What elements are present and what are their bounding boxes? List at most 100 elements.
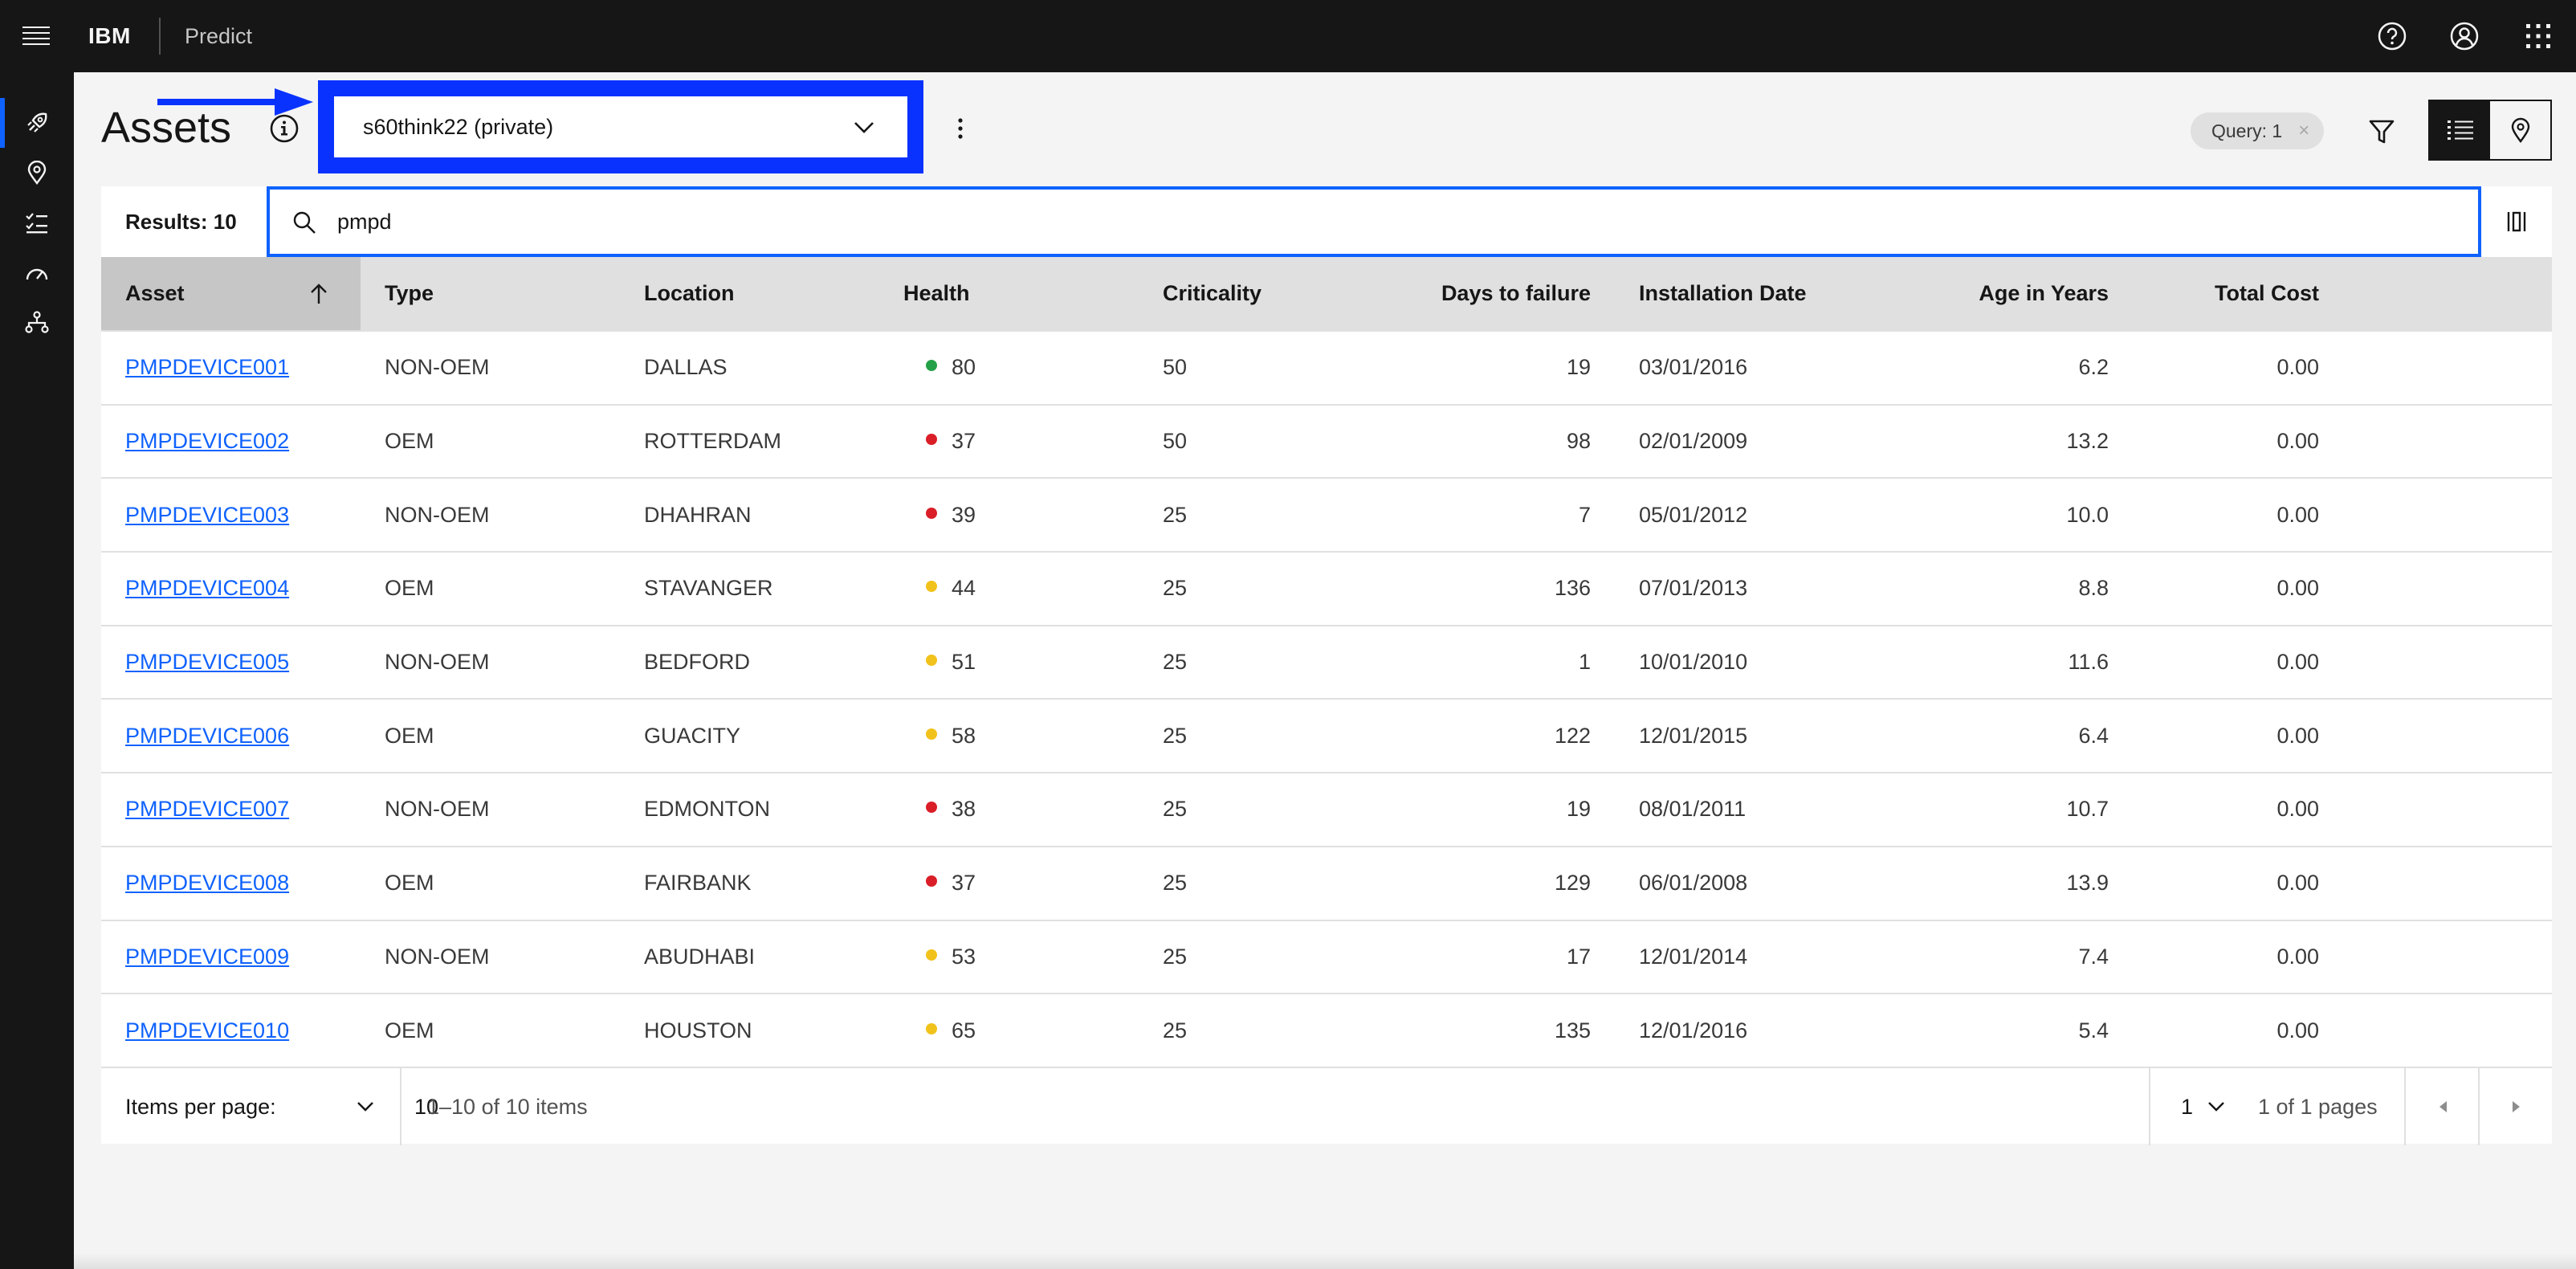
asset-total-cost: 0.00: [2276, 871, 2319, 896]
table-cell: 80: [879, 330, 1139, 405]
asset-link[interactable]: PMPDEVICE006: [125, 724, 289, 748]
items-per-page-select[interactable]: 10: [101, 1068, 438, 1145]
user-profile-button[interactable]: [2428, 0, 2501, 72]
group-selector-highlight: s60think22 (private): [318, 80, 923, 173]
nav-hierarchy[interactable]: [0, 297, 74, 347]
table-cell: HOUSTON: [620, 993, 879, 1067]
map-view-button[interactable]: [2490, 101, 2550, 159]
asset-link[interactable]: PMPDEVICE005: [125, 650, 289, 674]
table-cell: 10.0: [1917, 477, 2133, 553]
asset-link[interactable]: PMPDEVICE009: [125, 945, 289, 969]
table-row[interactable]: PMPDEVICE003 NON-OEM DHAHRAN 39 25 7 05/01/201…: [101, 477, 2552, 553]
asset-link[interactable]: PMPDEVICE010: [125, 1018, 289, 1043]
table-row[interactable]: PMPDEVICE002 OEM ROTTERDAM 37 50 98 02/01/2009…: [101, 403, 2552, 479]
asset-health: 38: [952, 797, 976, 822]
health-status-icon: [926, 581, 937, 593]
nav-tasks[interactable]: [0, 198, 74, 247]
table-cell: 5.4: [1917, 993, 2133, 1067]
sort-ascending-icon: [311, 284, 327, 304]
query-tag-close-icon[interactable]: ×: [2298, 112, 2309, 149]
ibm-brand[interactable]: IBM: [88, 0, 131, 72]
caret-left-icon: [2439, 1101, 2447, 1112]
asset-location: DHAHRAN: [644, 502, 752, 527]
help-button[interactable]: [2356, 0, 2428, 72]
table-cell: OEM: [361, 403, 620, 479]
column-header-days-to-failure[interactable]: Days to failure: [1398, 257, 1615, 331]
product-name[interactable]: Predict: [185, 0, 252, 72]
table-row[interactable]: PMPDEVICE010 OEM HOUSTON 65 25 135 12/01/2016 5…: [101, 993, 2552, 1067]
info-button[interactable]: [268, 112, 300, 145]
overflow-menu-button[interactable]: [944, 111, 976, 146]
filter-icon: [2369, 120, 2395, 144]
column-header-age[interactable]: Age in Years: [1917, 257, 2133, 331]
table-row[interactable]: PMPDEVICE008 OEM FAIRBANK 37 25 129 06/01/2008…: [101, 845, 2552, 920]
table-row[interactable]: PMPDEVICE004 OEM STAVANGER 44 25 136 07/01/201…: [101, 551, 2552, 626]
column-header-asset[interactable]: Asset: [101, 257, 361, 331]
table-cell: 25: [1139, 624, 1398, 700]
column-header-health[interactable]: Health: [879, 257, 1139, 331]
asset-link[interactable]: PMPDEVICE003: [125, 503, 289, 527]
table-cell: 135: [1398, 993, 1615, 1067]
column-header-spacer: [2343, 257, 2552, 331]
table-cell: 122: [1398, 698, 1615, 773]
app-switcher-button[interactable]: [2502, 0, 2574, 72]
table-cell: BEDFORD: [620, 624, 879, 700]
table-cell-spacer: [2343, 993, 2552, 1067]
asset-link[interactable]: PMPDEVICE008: [125, 871, 289, 895]
table-row[interactable]: PMPDEVICE005 NON-OEM BEDFORD 51 25 1 10/01/201…: [101, 624, 2552, 700]
table-row[interactable]: PMPDEVICE007 NON-OEM EDMONTON 38 25 19 08/01/2…: [101, 772, 2552, 847]
asset-criticality: 50: [1163, 355, 1188, 380]
asset-health: 37: [952, 429, 976, 454]
table-row[interactable]: PMPDEVICE006 OEM GUACITY 58 25 122 12/01/2015 6…: [101, 698, 2552, 773]
table-cell: DHAHRAN: [620, 477, 879, 553]
table-row[interactable]: PMPDEVICE001 NON-OEM DALLAS 80 50 19 03/01/201…: [101, 330, 2552, 405]
column-header-total-cost[interactable]: Total Cost: [2133, 257, 2343, 331]
app-switcher-icon: [2526, 24, 2550, 48]
asset-link[interactable]: PMPDEVICE001: [125, 355, 289, 379]
table-cell: DALLAS: [620, 330, 879, 405]
asset-location: GUACITY: [644, 723, 741, 748]
nav-locations[interactable]: [0, 148, 74, 198]
table-cell: PMPDEVICE009: [101, 919, 361, 994]
table-cell: OEM: [361, 993, 620, 1067]
search-input[interactable]: [337, 190, 2425, 254]
table-cell: 25: [1139, 477, 1398, 553]
asset-age: 13.2: [2066, 429, 2109, 454]
table-cell-spacer: [2343, 551, 2552, 626]
column-settings-button[interactable]: [2497, 202, 2536, 241]
asset-health: 58: [952, 723, 976, 748]
table-cell: NON-OEM: [361, 477, 620, 553]
table-cell: 65: [879, 993, 1139, 1067]
table-row[interactable]: PMPDEVICE009 NON-OEM ABUDHABI 53 25 17 12/01/2…: [101, 919, 2552, 994]
table-cell: 25: [1139, 919, 1398, 994]
asset-criticality: 25: [1163, 576, 1188, 601]
table-cell: 39: [879, 477, 1139, 553]
nav-dashboard[interactable]: [0, 247, 74, 297]
page-number-select[interactable]: 1: [2181, 1068, 2225, 1145]
asset-location: STAVANGER: [644, 576, 773, 601]
table-cell: 136: [1398, 551, 1615, 626]
group-selector-dropdown[interactable]: s60think22 (private): [334, 96, 907, 157]
table-cell: 12/01/2015: [1615, 698, 1917, 773]
filter-button[interactable]: [2358, 108, 2406, 156]
table-cell: 25: [1139, 845, 1398, 920]
asset-link[interactable]: PMPDEVICE002: [125, 429, 289, 453]
asset-link[interactable]: PMPDEVICE007: [125, 797, 289, 821]
asset-installation-date: 10/01/2010: [1639, 650, 1748, 675]
next-page-button[interactable]: [2480, 1068, 2554, 1145]
column-header-installation-date[interactable]: Installation Date: [1615, 257, 1917, 331]
column-header-location[interactable]: Location: [620, 257, 879, 331]
annotation-arrow-icon: [157, 88, 313, 116]
column-header-criticality[interactable]: Criticality: [1139, 257, 1398, 331]
table-cell: 03/01/2016: [1615, 330, 1917, 405]
asset-link[interactable]: PMPDEVICE004: [125, 576, 289, 600]
asset-installation-date: 12/01/2016: [1639, 1018, 1748, 1043]
table-cell: 50: [1139, 330, 1398, 405]
column-header-type[interactable]: Type: [361, 257, 620, 331]
list-view-button[interactable]: [2430, 101, 2490, 159]
hamburger-menu-button[interactable]: [0, 0, 72, 72]
previous-page-button[interactable]: [2406, 1068, 2480, 1145]
nav-assets[interactable]: [0, 98, 74, 148]
asset-location: ABUDHABI: [644, 944, 756, 969]
asset-installation-date: 02/01/2009: [1639, 429, 1748, 454]
